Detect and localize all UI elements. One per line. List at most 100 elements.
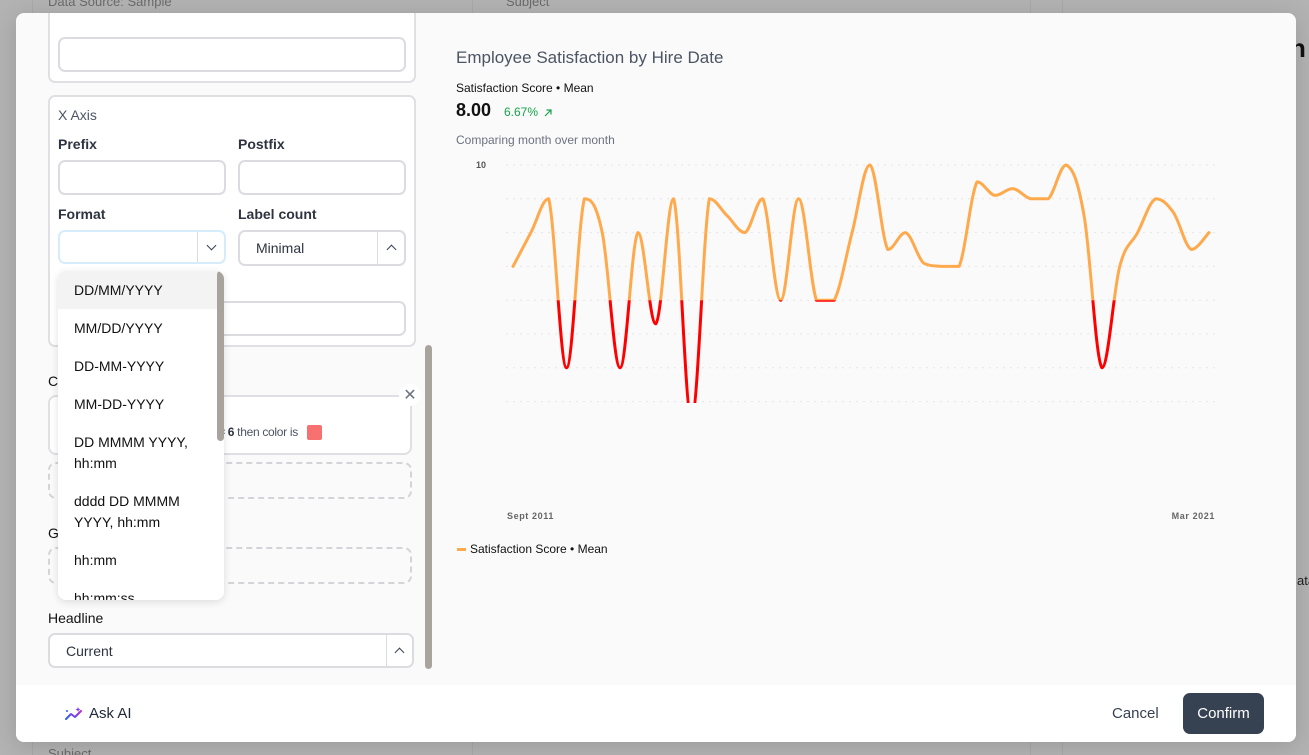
label-count-toggle[interactable] — [377, 232, 404, 264]
color-rule-then: then color is — [237, 425, 298, 439]
conditional-color-label: C — [48, 373, 59, 389]
label-count-value: Minimal — [256, 240, 305, 256]
headline-label: Headline — [48, 610, 104, 626]
headline-select[interactable]: Current — [48, 633, 414, 668]
data-point — [600, 231, 604, 235]
series-line-below-threshold — [556, 300, 1116, 403]
prefix-label: Prefix — [58, 136, 97, 152]
data-point — [1171, 210, 1175, 214]
metric-delta-value: 6.67% — [504, 105, 539, 119]
data-point — [1136, 231, 1140, 235]
data-point — [1207, 231, 1211, 235]
data-point — [1011, 187, 1015, 191]
modal-body: X Axis Prefix Postfix Format Label count… — [16, 13, 1296, 685]
chevron-up-icon — [394, 647, 405, 657]
x-tick-label: Sept 2011 — [507, 511, 554, 521]
data-point — [1100, 366, 1104, 370]
data-point — [547, 197, 551, 201]
data-point — [1046, 197, 1050, 201]
format-option[interactable]: hh:mm — [58, 541, 224, 579]
x-axis-title: X Axis — [58, 107, 97, 123]
format-option[interactable]: DD MMMM YYYY, hh:mm — [58, 423, 224, 482]
data-point — [743, 231, 747, 235]
data-point — [672, 197, 676, 201]
data-point — [886, 248, 890, 252]
line-chart: 10 0 — [476, 160, 1216, 403]
metric-label: Satisfaction Score • Mean — [456, 81, 594, 95]
format-option[interactable]: DD/MM/YYYY — [58, 271, 224, 309]
comparison-text: Comparing month over month — [456, 133, 615, 147]
config-panel-scrollbar[interactable] — [425, 345, 432, 669]
data-point — [779, 298, 783, 302]
data-point — [975, 180, 979, 184]
label-count-select[interactable]: Minimal — [238, 230, 406, 266]
format-label: Format — [58, 206, 106, 222]
chart-title: Employee Satisfaction by Hire Date — [456, 48, 724, 67]
chart-grid — [506, 164, 1216, 403]
format-dropdown: DD/MM/YYYY MM/DD/YYYY DD-MM-YYYY MM-DD-Y… — [58, 271, 224, 600]
headline-value: Current — [66, 643, 113, 659]
ask-ai-label: Ask AI — [89, 705, 132, 722]
data-point — [1153, 197, 1157, 201]
data-point — [797, 197, 801, 201]
postfix-input[interactable] — [238, 160, 406, 195]
close-icon: ✕ — [403, 387, 417, 404]
label-count-label: Label count — [238, 206, 317, 222]
format-dropdown-scrollbar[interactable] — [217, 271, 224, 441]
format-select[interactable] — [58, 230, 226, 264]
bg-subject-top: Subject — [506, 0, 550, 9]
ask-ai-button[interactable]: Ask AI — [64, 705, 132, 722]
data-point — [618, 366, 622, 370]
bg-subject-bottom: Subject — [48, 746, 92, 755]
format-option[interactable]: hh:mm:ss — [58, 579, 224, 601]
previous-section-input[interactable] — [58, 37, 406, 72]
cancel-button[interactable]: Cancel — [1112, 705, 1159, 722]
data-point — [1118, 264, 1122, 268]
data-point — [761, 197, 765, 201]
data-point — [654, 322, 658, 326]
format-select-toggle[interactable] — [197, 232, 224, 262]
chart-legend: Satisfaction Score • Mean — [457, 542, 608, 556]
data-point — [939, 264, 943, 268]
prefix-input[interactable] — [58, 160, 226, 195]
data-point — [1082, 214, 1086, 218]
data-point — [582, 197, 586, 201]
chart-settings-modal: X Axis Prefix Postfix Format Label count… — [16, 13, 1296, 742]
metric-delta: 6.67% — [504, 105, 553, 119]
arrow-up-right-icon — [544, 109, 552, 117]
bg-text-fragment: ata — [1297, 573, 1309, 588]
data-point — [832, 298, 836, 302]
format-option[interactable]: MM-DD-YYYY — [58, 385, 224, 423]
data-point — [725, 214, 729, 218]
modal-footer: Ask AI Cancel Confirm — [16, 685, 1296, 742]
data-point — [511, 264, 515, 268]
data-point — [868, 163, 872, 167]
postfix-label: Postfix — [238, 136, 285, 152]
data-point — [1189, 248, 1193, 252]
bg-data-source: Data Source: Sample — [48, 0, 172, 9]
color-rule-swatch[interactable] — [307, 425, 323, 441]
confirm-button[interactable]: Confirm — [1183, 693, 1264, 734]
data-point — [1064, 163, 1068, 167]
color-rule-text: = 6 then color is — [218, 425, 323, 441]
data-point — [636, 231, 640, 235]
format-option[interactable]: DD-MM-YYYY — [58, 347, 224, 385]
chevron-down-icon — [206, 240, 216, 251]
data-point — [957, 264, 961, 268]
data-point — [814, 298, 818, 302]
data-point — [904, 231, 908, 235]
data-point — [921, 261, 925, 265]
format-option[interactable]: MM/DD/YYYY — [58, 309, 224, 347]
data-point — [707, 197, 711, 201]
ai-sparkle-chart-icon — [65, 706, 82, 720]
headline-toggle[interactable] — [386, 635, 412, 666]
format-option[interactable]: dddd DD MMMM YYYY, hh:mm — [58, 482, 224, 541]
chevron-up-icon — [386, 244, 396, 255]
data-point — [850, 231, 854, 235]
x-tick-label: Mar 2021 — [1171, 511, 1215, 521]
data-point — [565, 366, 569, 370]
legend-label: Satisfaction Score • Mean — [470, 542, 608, 556]
remove-rule-button[interactable]: ✕ — [399, 384, 421, 406]
legend-swatch — [457, 547, 466, 551]
series-line-above-threshold — [511, 163, 1211, 301]
